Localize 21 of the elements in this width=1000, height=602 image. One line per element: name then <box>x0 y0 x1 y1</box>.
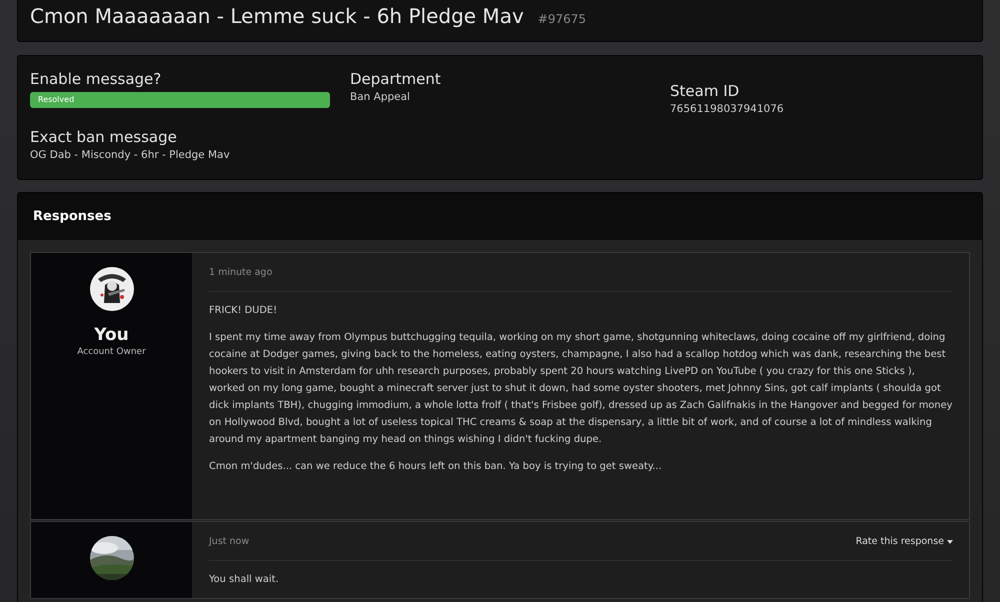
author-name: You <box>94 325 129 345</box>
post-time: 1 minute ago <box>209 267 272 278</box>
field-label: Exact ban message <box>30 128 178 146</box>
field-value: Ban Appeal <box>350 91 411 103</box>
field-label: Department <box>350 70 442 88</box>
caret-icon <box>947 540 953 544</box>
post-text: FRICK! DUDE! <box>209 304 278 318</box>
field-label: Steam ID <box>670 82 740 100</box>
post-time: Just now <box>209 536 250 547</box>
field-value: 76561198037941076 <box>670 103 785 115</box>
author-role: Account Owner <box>77 347 146 357</box>
rate-dropdown[interactable]: Rate this response <box>856 536 953 547</box>
field-value: OG Dab - Miscondy - 6hr - Pledge Mav <box>30 149 231 161</box>
post-text: You shall wait. <box>209 573 280 587</box>
post-text: Cmon m'dudes... can we reduce the 6 hours left on this ban. Ya boy is trying to get sweaty... <box>209 460 663 474</box>
status-bar: Resolved <box>30 92 330 108</box>
ticket-title: Cmon Maaaaaaan - Lemme suck - 6h Pledge Mav <box>30 4 524 28</box>
responses-title: Responses <box>33 209 112 224</box>
ticket-number: #97675 <box>538 12 586 26</box>
field-label: Enable message? <box>30 70 162 88</box>
post-text: I spent my time away from Olympus buttchugging tequila, working on my short game, shotgunning whiteclaws, doing cocaine off my girlfriend, doing cocaine at Dodger games, giving back to the homeless, eating oysters, champagne, I also had a scallop hotdog which was dank, researching the best hookers to visit in Amsterdam for uhh research purposes, probably spent 20 hours watching LivePD on YouTube ( you crazy for this one Sticks ), worked on my long game, bought a minecraft server just to shut it down, had some oyster shooters, met Johnny Sins, got calf implants ( shoulda got dick implants TBH), chugging immodium, a whole lotta frolf ( that's Frisbee golf), dressed up as Zach Galifnakis in the Hangover and begged for money on Hollywood Blvd, bought a lot of useless topical THC creams & soap at the dispensary, a little bit of work, and of course a lot of mindless walking around my apartment banging my head on things wishing I didn't fucking dupe. <box>209 331 953 447</box>
